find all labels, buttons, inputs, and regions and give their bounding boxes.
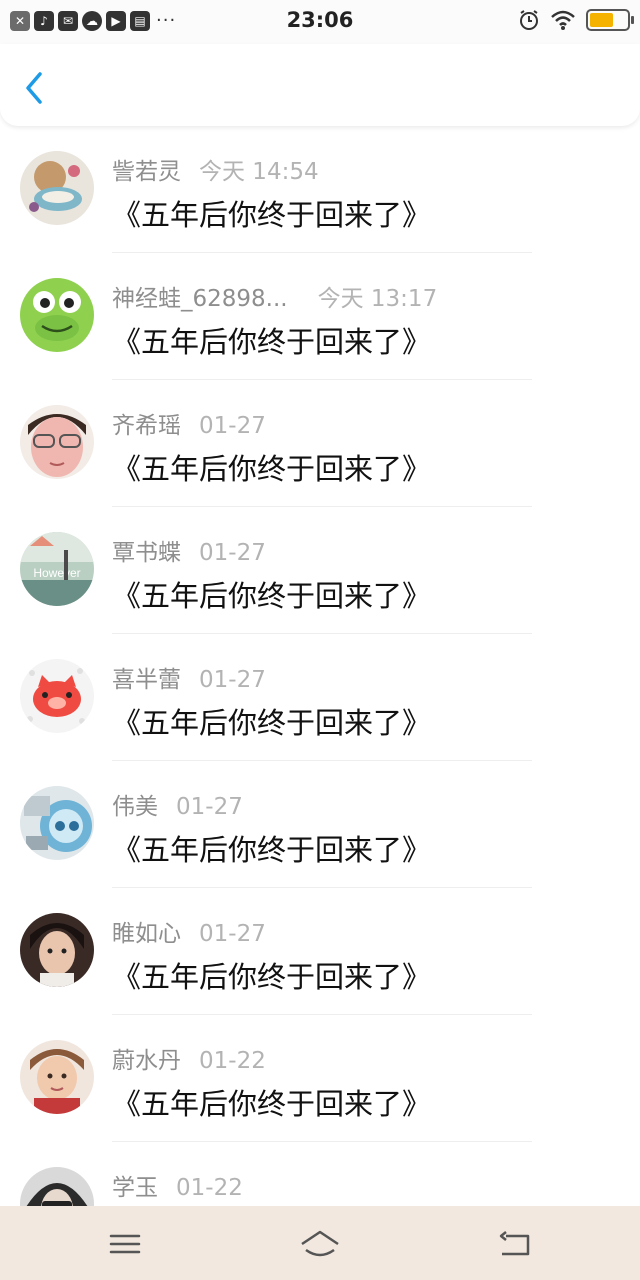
comment-meta: 学玉 01-22 bbox=[112, 1168, 243, 1202]
user-name[interactable]: 睢如心 bbox=[112, 914, 181, 948]
comment-text: 《五年后你终于回来了》 bbox=[112, 706, 432, 740]
user-name[interactable]: 学玉 bbox=[112, 1168, 158, 1202]
comment-meta: 訾若灵 今天 14:54 bbox=[112, 152, 319, 186]
battery-level bbox=[590, 13, 614, 27]
comment-time: 今天 13:17 bbox=[317, 286, 438, 312]
navigation-bar bbox=[0, 1206, 640, 1280]
system-icons bbox=[518, 9, 634, 31]
comment-text: 《五年后你终于回来了》 bbox=[112, 452, 432, 486]
back-icon[interactable] bbox=[496, 1224, 536, 1264]
comment-time: 01-27 bbox=[199, 413, 266, 439]
avatar[interactable] bbox=[20, 405, 94, 479]
list-item[interactable]: 蔚水丹 01-22 《五年后你终于回来了》 bbox=[0, 1015, 640, 1142]
comment-meta: 覃书蝶 01-27 bbox=[112, 533, 266, 567]
avatar[interactable] bbox=[20, 1167, 94, 1206]
avatar[interactable] bbox=[20, 151, 94, 225]
comment-meta: 神经蛙_62898... 今天 13:17 bbox=[112, 279, 437, 313]
chevron-left-icon[interactable] bbox=[20, 68, 50, 108]
comment-text: 《五年后你终于回来了》 bbox=[112, 325, 432, 359]
comment-time: 01-22 bbox=[199, 1048, 266, 1074]
comment-meta: 齐希瑶 01-27 bbox=[112, 406, 266, 440]
list-item[interactable]: 喜半蕾 01-27 《五年后你终于回来了》 bbox=[0, 634, 640, 761]
home-icon[interactable] bbox=[298, 1224, 342, 1264]
comment-time: 01-27 bbox=[176, 794, 243, 820]
user-name[interactable]: 蔚水丹 bbox=[112, 1041, 181, 1075]
comment-meta: 睢如心 01-27 bbox=[112, 914, 266, 948]
avatar[interactable] bbox=[20, 278, 94, 352]
avatar-caption: However bbox=[33, 566, 80, 580]
user-name[interactable]: 訾若灵 bbox=[112, 152, 181, 186]
list-item[interactable]: 伟美 01-27 《五年后你终于回来了》 bbox=[0, 761, 640, 888]
comment-meta: 伟美 01-27 bbox=[112, 787, 243, 821]
header bbox=[0, 44, 640, 126]
comment-meta: 喜半蕾 01-27 bbox=[112, 660, 266, 694]
comment-time: 01-27 bbox=[199, 667, 266, 693]
menu-icon[interactable] bbox=[105, 1224, 145, 1264]
battery-icon bbox=[586, 9, 634, 31]
user-name[interactable]: 神经蛙_62898... bbox=[112, 279, 288, 313]
comment-meta: 蔚水丹 01-22 bbox=[112, 1041, 266, 1075]
alarm-icon bbox=[520, 10, 538, 30]
comment-text: 《五年后你终于回来了》 bbox=[112, 960, 432, 994]
list-item[interactable]: 訾若灵 今天 14:54 《五年后你终于回来了》 bbox=[0, 126, 640, 253]
user-name[interactable]: 覃书蝶 bbox=[112, 533, 181, 567]
user-name[interactable]: 喜半蕾 bbox=[112, 660, 181, 694]
user-name[interactable]: 齐希瑶 bbox=[112, 406, 181, 440]
comment-text: 《五年后你终于回来了》 bbox=[112, 1087, 432, 1121]
comment-text: 《五年后你终于回来了》 bbox=[112, 579, 432, 613]
wifi-icon bbox=[551, 10, 575, 30]
list-item[interactable]: 睢如心 01-27 《五年后你终于回来了》 bbox=[0, 888, 640, 1015]
comment-time: 01-27 bbox=[199, 540, 266, 566]
comment-time: 01-22 bbox=[176, 1175, 243, 1201]
comment-time: 01-27 bbox=[199, 921, 266, 947]
avatar[interactable] bbox=[20, 913, 94, 987]
list-item[interactable]: However 覃书蝶 01-27 《五年后你终于回来了》 bbox=[0, 507, 640, 634]
comment-text: 《五年后你终于回来了》 bbox=[112, 198, 432, 232]
comment-list: 訾若灵 今天 14:54 《五年后你终于回来了》 神经蛙_62898... 今天… bbox=[0, 126, 640, 1206]
avatar[interactable]: However bbox=[20, 532, 94, 606]
user-name[interactable]: 伟美 bbox=[112, 787, 158, 821]
list-item[interactable]: 神经蛙_62898... 今天 13:17 《五年后你终于回来了》 bbox=[0, 253, 640, 380]
status-bar: ✕ ♪ ✉ ☁ ▶ ▤ ··· 23:06 bbox=[0, 0, 640, 44]
list-item[interactable]: 齐希瑶 01-27 《五年后你终于回来了》 bbox=[0, 380, 640, 507]
avatar[interactable] bbox=[20, 786, 94, 860]
avatar[interactable] bbox=[20, 659, 94, 733]
comment-time: 今天 14:54 bbox=[199, 159, 319, 185]
list-item[interactable]: 学玉 01-22 bbox=[0, 1142, 640, 1206]
avatar[interactable] bbox=[20, 1040, 94, 1114]
comment-text: 《五年后你终于回来了》 bbox=[112, 833, 432, 867]
